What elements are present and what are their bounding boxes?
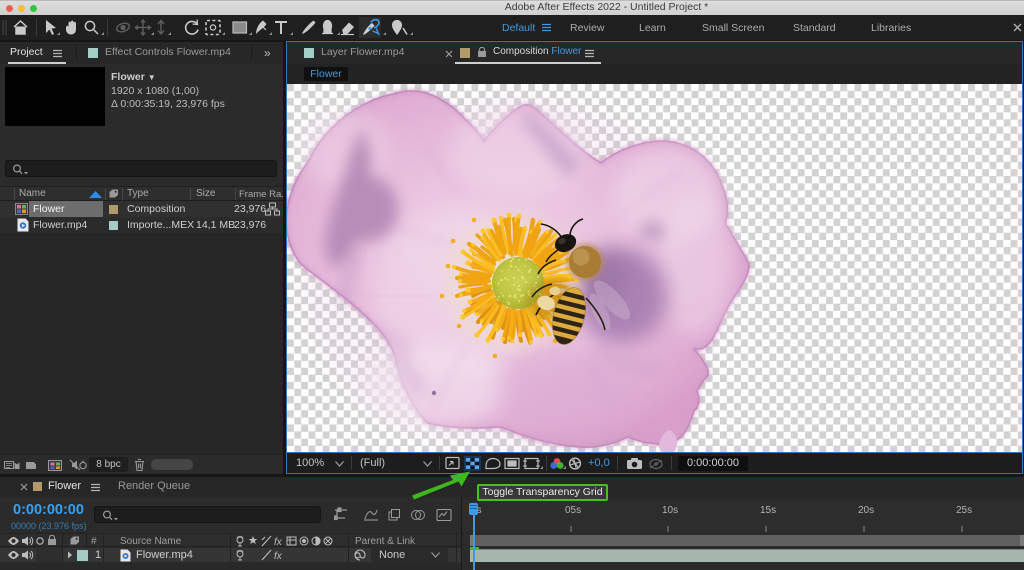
svg-text:fx: fx bbox=[274, 537, 283, 547]
svg-text:fx: fx bbox=[274, 551, 283, 561]
